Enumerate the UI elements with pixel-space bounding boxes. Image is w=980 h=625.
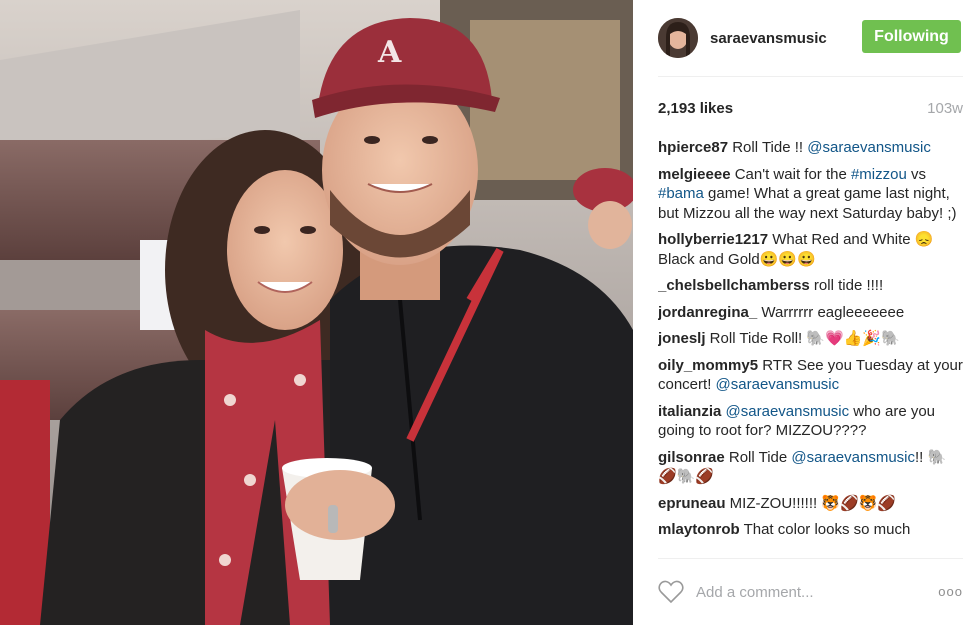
heart-outline-icon[interactable] [658, 580, 684, 604]
comment-username[interactable]: _chelsbellchamberss [658, 277, 810, 294]
comment-username[interactable]: melgieeee [658, 166, 731, 183]
comment-mention-link[interactable]: @saraevansmusic [726, 403, 850, 420]
comment-username[interactable]: hpierce87 [658, 139, 728, 156]
profile-photo-icon [658, 18, 698, 58]
comment-username[interactable]: italianzia [658, 403, 721, 420]
likes-count[interactable]: 2,193 likes [658, 100, 733, 117]
comment-text: Can't wait for the [730, 165, 851, 183]
comment-item: italianzia @saraevansmusic who are you g… [658, 402, 963, 441]
comment-username[interactable]: jordanregina_ [658, 304, 757, 321]
svg-text:A: A [377, 35, 402, 70]
comment-text: Roll Tide !! [728, 139, 808, 156]
comment-bar: ooo [658, 558, 963, 625]
comment-text: That color looks so much [739, 521, 911, 538]
add-comment-input[interactable] [696, 580, 926, 604]
post-header: saraevansmusic Following [658, 0, 963, 77]
avatar[interactable] [658, 18, 698, 58]
post-details-panel: saraevansmusic Following 2,193 likes 103… [633, 0, 980, 625]
comment-text: Roll Tide [724, 448, 792, 466]
comment-item: melgieeee Can't wait for the #mizzou vs … [658, 165, 963, 224]
stadium-selfie-illustration: A [0, 0, 633, 625]
comment-text: Warrrrrr eagleeeeeee [757, 303, 905, 321]
comment-item: epruneau MIZ-ZOU!!!!!! 🐯🏈🐯🏈 [658, 494, 963, 514]
ellipsis-icon[interactable]: ooo [938, 585, 963, 599]
comment-username[interactable]: mlaytonrob [658, 521, 740, 538]
comment-text: MIZ-ZOU!!!!!! 🐯🏈🐯🏈 [725, 494, 897, 512]
comment-username[interactable]: oily_mommy5 [658, 357, 758, 374]
post-photo[interactable]: A [0, 0, 633, 625]
comment-item: _chelsbellchamberss roll tide !!!! [658, 276, 963, 296]
post-age: 103w [927, 99, 963, 117]
comment-item: hollyberrie1217 What Red and White 😞 Bla… [658, 230, 963, 269]
comment-username[interactable]: gilsonrae [658, 449, 725, 466]
comment-text: roll tide !!!! [809, 277, 884, 294]
comment-username[interactable]: epruneau [658, 495, 726, 512]
post-author-username[interactable]: saraevansmusic [710, 30, 827, 47]
following-button[interactable]: Following [862, 20, 961, 53]
comment-item: jordanregina_ Warrrrrr eagleeeeeee [658, 303, 963, 323]
comment-item: gilsonrae Roll Tide @saraevansmusic!! 🐘🏈… [658, 448, 963, 487]
post-meta: 2,193 likes 103w [658, 98, 963, 118]
comment-username[interactable]: hollyberrie1217 [658, 231, 768, 248]
comment-item: oily_mommy5 RTR See you Tuesday at your … [658, 356, 963, 395]
comment-item: joneslj Roll Tide Roll! 🐘💗👍🎉🐘 [658, 329, 963, 349]
comment-username[interactable]: joneslj [658, 330, 706, 347]
comment-item: hpierce87 Roll Tide !! @saraevansmusic [658, 138, 963, 158]
comment-mention-link[interactable]: #mizzou [851, 166, 907, 183]
comments-list[interactable]: hpierce87 Roll Tide !! @saraevansmusic me… [658, 138, 963, 555]
comment-item: mlaytonrob That color looks so much [658, 520, 963, 540]
instagram-post: A saraevansmusic Following 2,193 likes 1… [0, 0, 980, 625]
comment-mention-link[interactable]: #bama [658, 185, 704, 202]
comment-mention-link[interactable]: @saraevansmusic [716, 376, 840, 393]
comment-mention-link[interactable]: @saraevansmusic [791, 449, 915, 466]
comment-text: vs [906, 165, 926, 183]
comment-mention-link[interactable]: @saraevansmusic [807, 139, 931, 156]
comment-text: Roll Tide Roll! 🐘💗👍🎉🐘 [705, 330, 900, 347]
